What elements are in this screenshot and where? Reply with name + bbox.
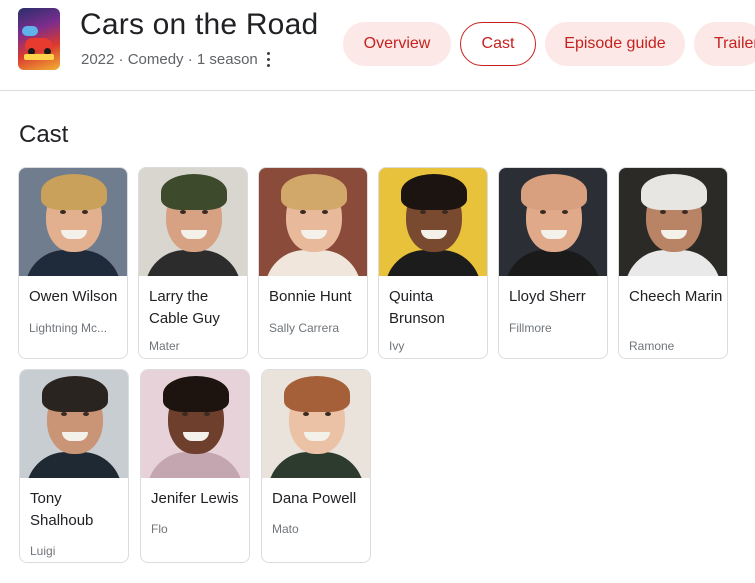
photo-eye1 [61, 412, 67, 416]
cast-photo [139, 168, 247, 276]
photo-hair [284, 376, 350, 412]
cast-card[interactable]: Larry the Cable Guy Mater [138, 167, 248, 359]
show-poster[interactable] [18, 8, 60, 70]
photo-hair [281, 174, 347, 210]
photo-hair [41, 174, 107, 210]
photo-eye2 [204, 412, 210, 416]
photo-eye1 [182, 412, 188, 416]
cast-name: Owen Wilson [29, 288, 118, 305]
photo-eye1 [300, 210, 306, 214]
photo-eye2 [442, 210, 448, 214]
cast-card[interactable]: Quinta Brunson Ivy [378, 167, 488, 359]
cast-photo [19, 168, 127, 276]
photo-hair [521, 174, 587, 210]
cast-card[interactable]: Cheech Marin Ramone [618, 167, 728, 359]
cast-photo [141, 370, 249, 478]
cast-photo [619, 168, 727, 276]
cast-name: Lloyd Sherr [509, 288, 586, 305]
cast-photo [20, 370, 128, 478]
photo-eye2 [202, 210, 208, 214]
photo-hair [163, 376, 229, 412]
tab-episode-guide[interactable]: Episode guide [545, 22, 685, 66]
show-header: Cars on the Road 2022 · Comedy · 1 seaso… [0, 0, 755, 91]
cast-photo [259, 168, 367, 276]
cast-name: Quinta Brunson [389, 288, 445, 327]
photo-eye2 [682, 210, 688, 214]
cast-name: Jenifer Lewis [151, 490, 239, 507]
cast-role: Fillmore [509, 321, 552, 335]
photo-eye2 [82, 210, 88, 214]
cast-card[interactable]: Bonnie Hunt Sally Carrera [258, 167, 368, 359]
poster-art [22, 26, 38, 36]
cast-role: Ramone [629, 339, 675, 353]
cast-card[interactable]: Tony Shalhoub Luigi [19, 369, 129, 563]
cast-card[interactable]: Jenifer Lewis Flo [140, 369, 250, 563]
tab-overview[interactable]: Overview [343, 22, 451, 66]
cast-name: Bonnie Hunt [269, 288, 352, 305]
cast-role: Flo [151, 522, 168, 536]
cast-role: Mater [149, 339, 180, 353]
cast-photo [262, 370, 370, 478]
photo-hair [401, 174, 467, 210]
photo-eye1 [60, 210, 66, 214]
photo-hair [641, 174, 707, 210]
photo-eye1 [540, 210, 546, 214]
photo-eye2 [325, 412, 331, 416]
cast-role: Sally Carrera [269, 321, 340, 335]
cast-photo [379, 168, 487, 276]
cast-role: Ivy [389, 339, 405, 353]
more-options-icon[interactable] [262, 50, 276, 68]
cast-card[interactable]: Dana Powell Mato [261, 369, 371, 563]
photo-eye1 [660, 210, 666, 214]
page-title: Cars on the Road [80, 8, 319, 41]
show-meta: 2022 · Comedy · 1 season [81, 51, 258, 68]
photo-eye1 [303, 412, 309, 416]
photo-eye2 [562, 210, 568, 214]
photo-hair [161, 174, 227, 210]
photo-hair [42, 376, 108, 412]
cast-photo [499, 168, 607, 276]
cast-role: Mato [272, 522, 299, 536]
cast-name: Dana Powell [272, 490, 357, 507]
cast-role: Luigi [30, 544, 56, 558]
section-title: Cast [19, 121, 69, 148]
photo-eye1 [180, 210, 186, 214]
cast-card[interactable]: Owen Wilson Lightning Mc... [18, 167, 128, 359]
cast-name: Cheech Marin [629, 288, 723, 305]
poster-art [24, 54, 54, 60]
tab-trailers[interactable]: Trailers [694, 22, 755, 66]
cast-name: Larry the Cable Guy [149, 288, 220, 327]
tab-cast[interactable]: Cast [460, 22, 536, 66]
photo-eye2 [83, 412, 89, 416]
cast-role: Lightning Mc... [29, 321, 108, 335]
photo-eye1 [420, 210, 426, 214]
cast-card[interactable]: Lloyd Sherr Fillmore [498, 167, 608, 359]
cast-name: Tony Shalhoub [30, 490, 94, 529]
photo-eye2 [322, 210, 328, 214]
